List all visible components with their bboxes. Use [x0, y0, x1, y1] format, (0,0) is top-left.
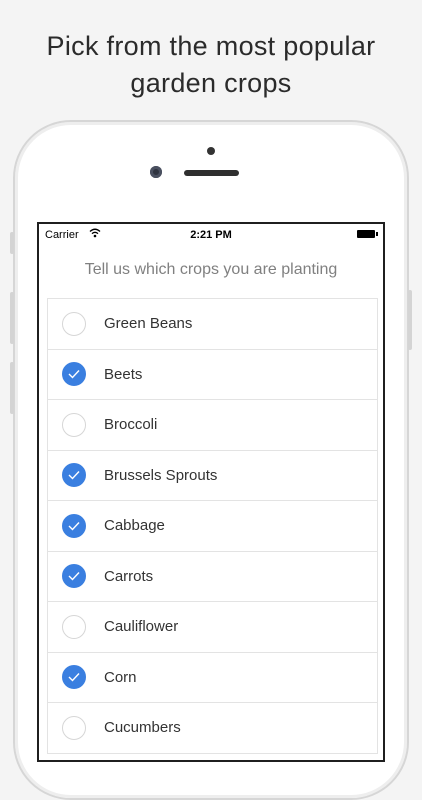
phone-screen: Carrier 2:21 PM Tell us which crops you … — [37, 222, 385, 762]
checked-circle-icon[interactable] — [62, 513, 86, 538]
crop-row-broccoli[interactable]: Broccoli — [48, 400, 377, 451]
crop-label: Brussels Sprouts — [104, 466, 218, 484]
crop-row-cauliflower[interactable]: Cauliflower — [48, 602, 377, 653]
crop-row-carrots[interactable]: Carrots — [48, 552, 377, 602]
marketing-headline: Pick from the most popular garden crops — [0, 28, 422, 102]
battery-icon — [357, 230, 378, 238]
mute-switch — [10, 232, 14, 254]
screen-prompt: Tell us which crops you are planting — [84, 261, 338, 278]
checked-circle-icon[interactable] — [62, 665, 86, 690]
crop-row-cabbage[interactable]: Cabbage — [48, 501, 377, 552]
volume-up-button — [10, 292, 14, 344]
unchecked-circle-icon[interactable] — [62, 715, 86, 740]
crop-row-beets[interactable]: Beets — [48, 350, 377, 400]
crop-row-green-beans[interactable]: Green Beans — [48, 299, 377, 350]
checked-circle-icon[interactable] — [62, 564, 86, 589]
crop-label: Cucumbers — [104, 719, 181, 737]
headline-line-1: Pick from the most popular — [46, 31, 376, 61]
checked-circle-icon[interactable] — [62, 463, 86, 488]
power-button — [408, 290, 412, 350]
proximity-sensor — [207, 147, 215, 155]
unchecked-circle-icon[interactable] — [62, 311, 86, 336]
crop-label: Beets — [104, 365, 143, 383]
crop-label: Cauliflower — [104, 618, 179, 636]
crop-row-cucumbers[interactable]: Cucumbers — [48, 703, 377, 754]
volume-down-button — [10, 362, 14, 414]
crop-label: Broccoli — [104, 416, 158, 434]
checked-circle-icon[interactable] — [62, 362, 86, 387]
crop-label: Green Beans — [104, 315, 193, 333]
crop-label: Cabbage — [104, 517, 165, 535]
front-camera — [150, 166, 162, 178]
unchecked-circle-icon[interactable] — [62, 412, 86, 437]
crop-label: Corn — [104, 668, 137, 686]
crop-row-corn[interactable]: Corn — [48, 653, 377, 703]
unchecked-circle-icon[interactable] — [62, 614, 86, 639]
crop-list: Green Beans Beets Broccoli Brussels Sprouts… — [47, 298, 378, 754]
status-time: 2:21 PM — [190, 229, 232, 241]
crop-label: Carrots — [104, 567, 154, 585]
headline-line-2: garden crops — [130, 68, 292, 98]
crop-row-brussels-sprouts[interactable]: Brussels Sprouts — [48, 451, 377, 501]
status-bar: Carrier 2:21 PM — [39, 224, 383, 246]
earpiece-speaker — [184, 170, 239, 176]
